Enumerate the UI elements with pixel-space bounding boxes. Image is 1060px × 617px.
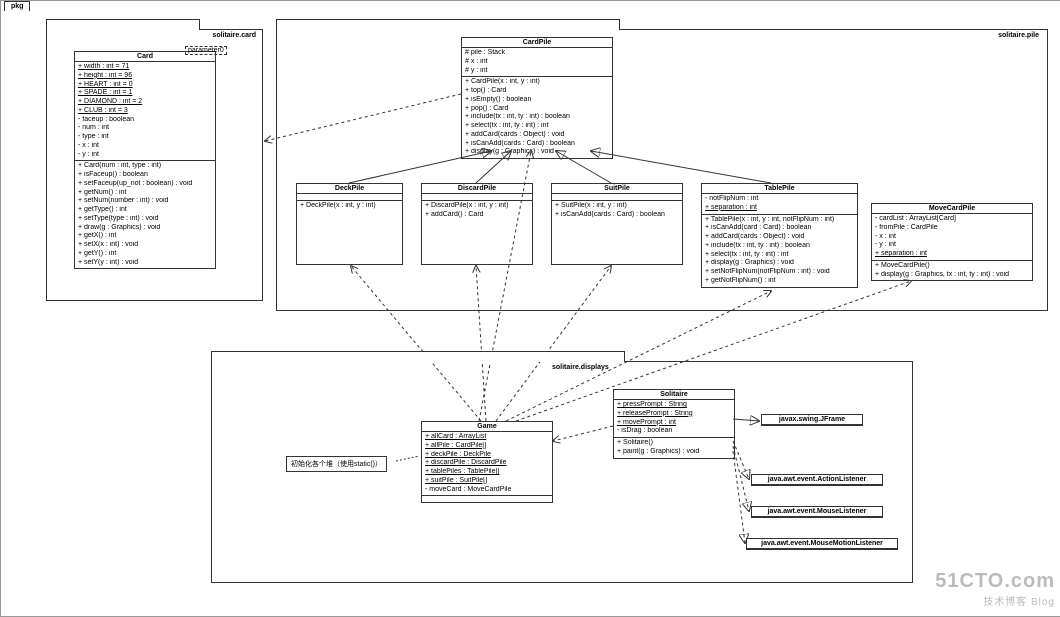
note-game: 初始化各个堆（使用static()） xyxy=(286,456,387,472)
class-deckpile: DeckPile + DeckPile(x : int, y : int) xyxy=(296,183,403,265)
watermark: 51CTO.com 技术博客 Blog xyxy=(935,570,1055,608)
ext-action: java.awt.event.ActionListener xyxy=(752,475,882,485)
pkg-pile-tab xyxy=(276,19,620,30)
pkg-displays-tab xyxy=(211,351,625,362)
card-attrs: + width : int = 71+ height : int = 96+ H… xyxy=(75,62,215,161)
parameter-tag: parameter0 xyxy=(185,46,227,55)
pkg-card-tab xyxy=(46,19,200,30)
ext-motion: java.awt.event.MouseMotionListener xyxy=(747,539,897,549)
diagram-canvas: pkg solitaire.card Card + width : int = … xyxy=(0,0,1060,617)
card-ops: + Card(num : int, type : int)+ isFaceup(… xyxy=(75,161,215,268)
class-card: Card + width : int = 71+ height : int = … xyxy=(74,51,216,269)
class-movecardpile: MoveCardPile - cardList : ArrayList[Card… xyxy=(871,203,1033,281)
class-tablepile: TablePile - notFlipNum : int+ separation… xyxy=(701,183,858,288)
ext-jframe: javax.swing.JFrame xyxy=(762,415,862,425)
class-solitaire: Solitaire + pressPrompt : String+ releas… xyxy=(613,389,735,459)
class-discardpile: DiscardPile + DiscardPile(x : int, y : i… xyxy=(421,183,533,265)
class-suitpile: SuitPile + SuitPile(x : int, y : int)+ i… xyxy=(551,183,683,265)
ext-mouse: java.awt.event.MouseListener xyxy=(752,507,882,517)
class-game: Game + allCard : ArrayList+ allPile : Ca… xyxy=(421,421,553,503)
class-cardpile: CardPile # pile : Stack# x : int# y : in… xyxy=(461,37,613,159)
pkg-root-tab: pkg xyxy=(4,1,30,11)
